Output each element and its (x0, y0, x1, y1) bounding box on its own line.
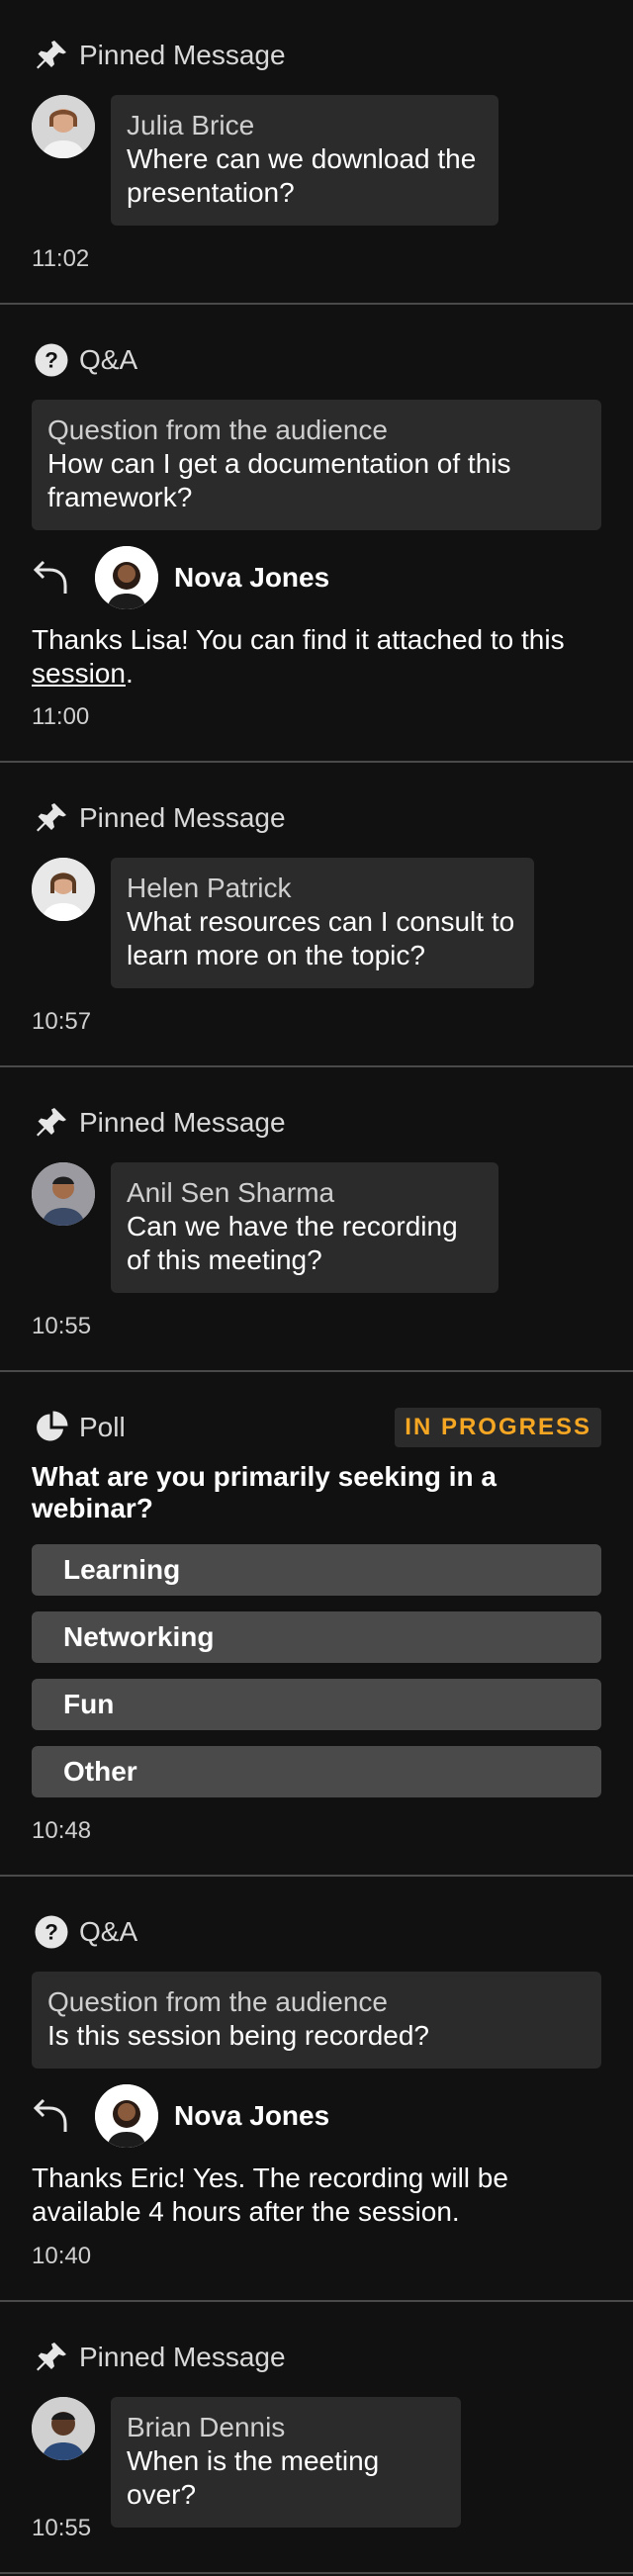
pinned-message-card: Pinned Message Julia Brice Where can we … (0, 0, 633, 305)
card-title: Pinned Message (79, 2342, 286, 2372)
timestamp: 11:02 (32, 245, 90, 272)
poll-card: Poll IN PROGRESS What are you primarily … (0, 1372, 633, 1877)
pin-icon (32, 36, 71, 75)
card-header: Pinned Message (32, 796, 601, 840)
answer-main: Thanks Eric! Yes. The recording will be … (32, 2162, 508, 2227)
responder-name: Nova Jones (174, 562, 330, 593)
avatar (95, 2084, 158, 2148)
avatar (95, 546, 158, 609)
answer-end: . (125, 658, 134, 689)
message-bubble: Anil Sen Sharma Can we have the recordin… (111, 1162, 498, 1293)
avatar (32, 858, 95, 921)
card-header: Pinned Message (32, 34, 601, 77)
card-title: Q&A (79, 344, 138, 375)
timestamp: 10:48 (32, 1817, 92, 1844)
card-header: ? Q&A (32, 1910, 601, 1954)
timestamp: 10:55 (32, 2515, 92, 2541)
avatar (32, 95, 95, 158)
poll-option[interactable]: Learning (32, 1544, 601, 1596)
sender-name: Anil Sen Sharma (127, 1177, 335, 1208)
sender-name: Helen Patrick (127, 873, 292, 903)
timestamp: 10:40 (32, 2243, 92, 2269)
poll-options: Learning Networking Fun Other (32, 1544, 601, 1797)
question-icon: ? (32, 340, 71, 380)
message-text: What resources can I consult to learn mo… (127, 906, 515, 970)
card-title: Pinned Message (79, 1107, 286, 1138)
question-text: Is this session being recorded? (47, 2020, 429, 2051)
pin-icon (32, 798, 71, 838)
reply-header: Nova Jones (32, 2084, 601, 2148)
question-text: How can I get a documentation of this fr… (47, 448, 511, 512)
card-header: Pinned Message (32, 1101, 601, 1145)
sender-name: Julia Brice (127, 110, 255, 140)
answer-text: Thanks Lisa! You can find it attached to… (32, 623, 601, 690)
reply-arrow-icon (33, 2098, 67, 2132)
card-header: Pinned Message (32, 2336, 601, 2379)
timestamp: 10:57 (32, 1008, 92, 1035)
reply-arrow-icon (33, 560, 67, 594)
timestamp: 11:00 (32, 703, 90, 730)
qa-card: ? Q&A Question from the audience How can… (0, 305, 633, 763)
message-bubble: Julia Brice Where can we download the pr… (111, 95, 498, 226)
question-icon: ? (32, 1912, 71, 1952)
pin-icon (32, 2338, 71, 2377)
card-title: Pinned Message (79, 802, 286, 833)
avatar (32, 2397, 95, 2460)
answer-text: Thanks Eric! Yes. The recording will be … (32, 2162, 601, 2229)
qa-card: ? Q&A Question from the audience Is this… (0, 1877, 633, 2302)
chat-feed: Pinned Message Julia Brice Where can we … (0, 0, 633, 2574)
card-header: ? Q&A (32, 338, 601, 382)
audience-question: Question from the audience How can I get… (32, 400, 601, 530)
message-bubble: Helen Patrick What resources can I consu… (111, 858, 534, 988)
pinned-message-card: Pinned Message Helen Patrick What resour… (0, 763, 633, 1067)
pinned-message-card: Pinned Message Anil Sen Sharma Can we ha… (0, 1067, 633, 1372)
poll-option[interactable]: Fun (32, 1679, 601, 1730)
card-title: Poll (79, 1412, 126, 1442)
pinned-message-card: Pinned Message Brian Dennis When is the … (0, 2302, 633, 2574)
responder-name: Nova Jones (174, 2100, 330, 2131)
reply-header: Nova Jones (32, 546, 601, 609)
session-link[interactable]: session (32, 658, 126, 689)
sender-name: Brian Dennis (127, 2412, 286, 2442)
question-label: Question from the audience (47, 1986, 388, 2017)
pin-icon (32, 1103, 71, 1143)
answer-main: Thanks Lisa! You can find it attached to… (32, 624, 565, 655)
status-badge: IN PROGRESS (395, 1408, 601, 1447)
poll-option[interactable]: Other (32, 1746, 601, 1797)
avatar (32, 1162, 95, 1226)
message-text: When is the meeting over? (127, 2445, 380, 2510)
message-text: Where can we download the presentation? (127, 143, 477, 208)
card-title: Pinned Message (79, 40, 286, 70)
pie-chart-icon (32, 1408, 71, 1447)
message-bubble: Brian Dennis When is the meeting over? (111, 2397, 461, 2528)
card-title: Q&A (79, 1916, 138, 1947)
audience-question: Question from the audience Is this sessi… (32, 1972, 601, 2069)
svg-text:?: ? (45, 1920, 58, 1945)
svg-text:?: ? (45, 348, 58, 373)
timestamp: 10:55 (32, 1313, 92, 1339)
message-text: Can we have the recording of this meetin… (127, 1211, 458, 1275)
poll-option[interactable]: Networking (32, 1611, 601, 1663)
poll-question: What are you primarily seeking in a webi… (32, 1461, 497, 1523)
question-label: Question from the audience (47, 414, 388, 445)
